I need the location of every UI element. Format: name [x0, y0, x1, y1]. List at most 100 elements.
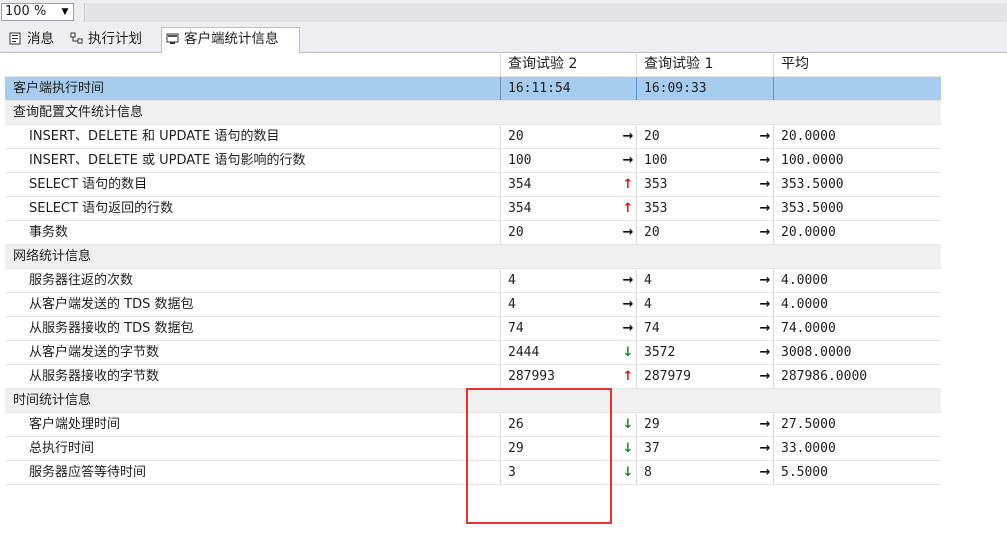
trial-2-value: 20	[501, 125, 637, 148]
average-value	[774, 77, 941, 100]
row-label: 从服务器接收的字节数	[5, 365, 501, 388]
tab-messages[interactable]: 消息	[4, 27, 63, 51]
arrow-right-icon: →	[759, 177, 771, 192]
arrow-right-icon: →	[622, 129, 634, 144]
table-row[interactable]: SELECT 语句返回的行数 354 353 353.5000 ↑ →	[5, 197, 941, 221]
row-label: 事务数	[5, 221, 501, 244]
arrow-up-icon: ↑	[622, 201, 634, 216]
trial-2-value: 4	[501, 269, 637, 292]
arrow-down-icon: ↓	[622, 345, 634, 360]
row-label: INSERT、DELETE 和 UPDATE 语句的数目	[5, 125, 501, 148]
average-value: 20.0000	[781, 225, 836, 240]
section-header-row[interactable]: 查询配置文件统计信息	[5, 101, 941, 125]
arrow-right-icon: →	[759, 153, 771, 168]
table-row[interactable]: 客户端处理时间 26 29 27.5000 ↓ →	[5, 413, 941, 437]
trial-2-value: 4	[501, 293, 637, 316]
arrow-right-icon: →	[759, 129, 771, 144]
average-value: 4.0000	[781, 273, 828, 288]
row-label: 从客户端发送的字节数	[5, 341, 501, 364]
row-label: 客户端处理时间	[5, 413, 501, 436]
arrow-right-icon: →	[759, 297, 771, 312]
table-row[interactable]: INSERT、DELETE 或 UPDATE 语句影响的行数 100 100 100.…	[5, 149, 941, 173]
tab-client-statistics[interactable]: 客户端统计信息	[161, 27, 300, 53]
row-label: 从客户端发送的 TDS 数据包	[5, 293, 501, 316]
header-average[interactable]: 平均	[774, 53, 941, 76]
average-value: 74.0000	[781, 321, 836, 336]
zoom-value: 100 %	[5, 4, 47, 19]
row-label: 服务器应答等待时间	[5, 461, 501, 484]
average-value: 100.0000	[781, 153, 844, 168]
client-statistics-grid: 查询试验 2 查询试验 1 平均 客户端执行时间 16:11:54 16:09:33…	[5, 53, 941, 485]
tab-execution-plan[interactable]: 执行计划	[65, 27, 159, 51]
zoom-dropdown[interactable]: 100 % ▼	[1, 3, 74, 21]
row-label: 从服务器接收的 TDS 数据包	[5, 317, 501, 340]
average-value: 27.5000	[781, 417, 836, 432]
arrow-down-icon: ↓	[622, 441, 634, 456]
row-label: SELECT 语句的数目	[5, 173, 501, 196]
trial-1-value: 20	[637, 125, 774, 148]
average-value: 3008.0000	[781, 345, 852, 360]
section-title: 查询配置文件统计信息	[13, 105, 144, 120]
trial-1-value: 4	[637, 269, 774, 292]
table-row[interactable]: 从服务器接收的 TDS 数据包 74 74 74.0000 → →	[5, 317, 941, 341]
results-tab-strip: 消息 执行计划 客户端统计信息	[0, 24, 1007, 53]
header-label-column	[5, 53, 501, 76]
trial-1-value: 4	[637, 293, 774, 316]
grid-header-row: 查询试验 2 查询试验 1 平均	[5, 53, 941, 77]
average-value: 287986.0000	[781, 369, 868, 384]
table-row[interactable]: 客户端执行时间 16:11:54 16:09:33	[5, 77, 941, 101]
header-trial-1[interactable]: 查询试验 1	[637, 53, 774, 76]
table-row[interactable]: 从客户端发送的字节数 2444 3572 3008.0000 ↓ →	[5, 341, 941, 365]
trial-1-value: 3572	[637, 341, 774, 364]
average-value: 33.0000	[781, 441, 836, 456]
table-row[interactable]: 事务数 20 20 20.0000 → →	[5, 221, 941, 245]
arrow-right-icon: →	[759, 441, 771, 456]
section-title: 网络统计信息	[13, 249, 92, 264]
section-header-row[interactable]: 网络统计信息	[5, 245, 941, 269]
arrow-right-icon: →	[759, 465, 771, 480]
row-label: 总执行时间	[5, 437, 501, 460]
table-row[interactable]: 从客户端发送的 TDS 数据包 4 4 4.0000 → →	[5, 293, 941, 317]
trial-1-value: 20	[637, 221, 774, 244]
tab-label: 客户端统计信息	[184, 31, 279, 47]
row-label: 服务器往返的次数	[5, 269, 501, 292]
toolbar-empty-area	[86, 3, 1007, 22]
arrow-right-icon: →	[759, 273, 771, 288]
arrow-right-icon: →	[622, 153, 634, 168]
arrow-down-icon: ↓	[622, 465, 634, 480]
trial-2-value: 2444	[501, 341, 637, 364]
tab-label: 消息	[27, 31, 54, 47]
execution-plan-icon	[70, 32, 83, 44]
table-row[interactable]: 总执行时间 29 37 33.0000 ↓ →	[5, 437, 941, 461]
section-title: 时间统计信息	[13, 393, 92, 408]
trial-2-value: 20	[501, 221, 637, 244]
table-row[interactable]: INSERT、DELETE 和 UPDATE 语句的数目 20 20 20.0000 →…	[5, 125, 941, 149]
arrow-right-icon: →	[622, 297, 634, 312]
table-row[interactable]: 服务器往返的次数 4 4 4.0000 → →	[5, 269, 941, 293]
zoom-toolbar: 100 % ▼	[0, 0, 1007, 24]
trial-1-value: 353	[637, 173, 774, 196]
arrow-right-icon: →	[759, 201, 771, 216]
table-row[interactable]: 从服务器接收的字节数 287993 287979 287986.0000 ↑ →	[5, 365, 941, 389]
trial-2-value: 74	[501, 317, 637, 340]
trial-1-value: 353	[637, 197, 774, 220]
messages-icon	[9, 32, 21, 45]
trial-1-value: 16:09:33	[637, 77, 774, 100]
table-row[interactable]: 服务器应答等待时间 3 8 5.5000 ↓ →	[5, 461, 941, 485]
arrow-right-icon: →	[759, 321, 771, 336]
arrow-up-icon: ↑	[622, 369, 634, 384]
table-row[interactable]: SELECT 语句的数目 354 353 353.5000 ↑ →	[5, 173, 941, 197]
row-label: 客户端执行时间	[5, 77, 501, 100]
average-value: 20.0000	[781, 129, 836, 144]
arrow-right-icon: →	[622, 225, 634, 240]
chevron-down-icon[interactable]: ▼	[59, 4, 71, 20]
row-label: INSERT、DELETE 或 UPDATE 语句影响的行数	[5, 149, 501, 172]
trial-2-value: 354	[501, 197, 637, 220]
section-header-row[interactable]: 时间统计信息	[5, 389, 941, 413]
arrow-right-icon: →	[759, 345, 771, 360]
trial-2-value: 16:11:54	[501, 77, 637, 100]
trial-1-value: 100	[637, 149, 774, 172]
average-value: 5.5000	[781, 465, 828, 480]
header-trial-2[interactable]: 查询试验 2	[501, 53, 637, 76]
client-statistics-icon	[166, 33, 179, 44]
